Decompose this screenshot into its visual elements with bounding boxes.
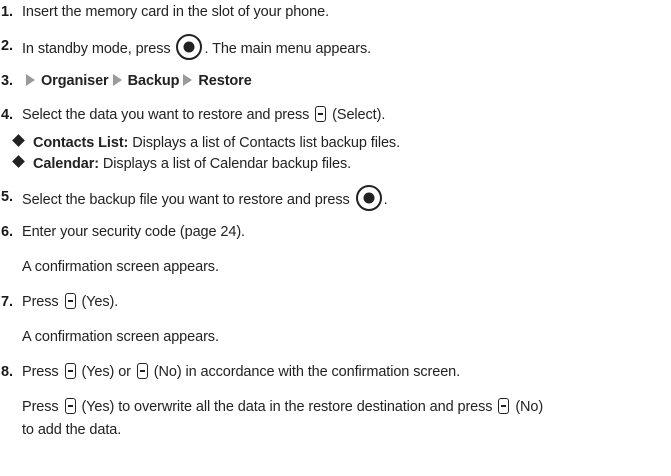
step-number: 7. xyxy=(1,294,13,310)
diamond-bullet-icon xyxy=(12,134,25,147)
note-text: to add the data. xyxy=(22,422,122,438)
confirmation-note: A confirmation screen appears. xyxy=(22,259,219,275)
bullet-term: Contacts List: xyxy=(33,135,129,151)
menu-path-item: Restore xyxy=(198,73,252,89)
step-text: . xyxy=(383,191,388,208)
menu-path-item: Backup xyxy=(127,73,180,89)
center-select-key-icon xyxy=(355,185,382,211)
step-text-wrap: Select the backup file you want to resto… xyxy=(22,185,388,213)
step-text: (Select). xyxy=(332,107,386,123)
soft-key-icon xyxy=(498,398,510,415)
menu-path-item: Organiser xyxy=(41,73,109,89)
step-text: (Yes). xyxy=(81,294,119,310)
menu-arrow-icon xyxy=(26,74,35,87)
step-number: 8. xyxy=(1,364,13,380)
soft-key-icon xyxy=(315,106,327,123)
step-text: (Yes) or xyxy=(81,364,131,380)
menu-arrow-icon xyxy=(183,74,193,87)
step-text: Press xyxy=(22,294,59,310)
soft-key-icon xyxy=(64,293,76,310)
step-number: 5. xyxy=(1,189,13,205)
step-8-explanation: Press (Yes) to overwrite all the data in… xyxy=(22,397,543,417)
center-select-key-icon xyxy=(176,34,203,60)
soft-key-icon xyxy=(64,398,76,415)
step-text: Select the backup file you want to resto… xyxy=(22,191,350,208)
step-text: Enter your security code (page 24). xyxy=(22,224,245,240)
menu-arrow-icon xyxy=(112,74,122,87)
step-number: 1. xyxy=(1,4,13,20)
step-text: . The main menu appears. xyxy=(204,40,372,57)
confirmation-note: A confirmation screen appears. xyxy=(22,329,219,345)
step-text: Press xyxy=(22,364,59,380)
note-text: (Yes) to overwrite all the data in the r… xyxy=(81,399,493,415)
soft-key-icon xyxy=(64,363,76,380)
step-text-wrap: Press (Yes). xyxy=(22,292,118,312)
soft-key-icon xyxy=(136,363,148,380)
note-text: (No) xyxy=(515,399,544,415)
step-text: (No) in accordance with the confirmation… xyxy=(153,364,461,380)
step-text-wrap: In standby mode, press . The main menu a… xyxy=(22,34,372,62)
step-number: 4. xyxy=(1,107,13,123)
step-text: Insert the memory card in the slot of yo… xyxy=(22,4,330,20)
bullet-item: Calendar: Displays a list of Calendar ba… xyxy=(12,154,352,174)
bullet-term: Calendar: xyxy=(33,156,99,172)
bullet-desc: Displays a list of Calendar backup files… xyxy=(102,156,352,172)
step-number: 6. xyxy=(1,224,13,240)
note-text: Press xyxy=(22,399,59,415)
menu-path: Organiser Backup Restore xyxy=(22,71,252,91)
bullet-item: Contacts List: Displays a list of Contac… xyxy=(12,133,401,153)
step-text: In standby mode, press xyxy=(22,40,171,57)
step-number: 2. xyxy=(1,38,13,54)
bullet-desc: Displays a list of Contacts list backup … xyxy=(132,135,401,151)
step-text-wrap: Select the data you want to restore and … xyxy=(22,105,385,125)
diamond-bullet-icon xyxy=(12,155,25,168)
step-text: Select the data you want to restore and … xyxy=(22,107,310,123)
step-number: 3. xyxy=(1,73,13,89)
step-text-wrap: Press (Yes) or (No) in accordance with t… xyxy=(22,362,460,382)
